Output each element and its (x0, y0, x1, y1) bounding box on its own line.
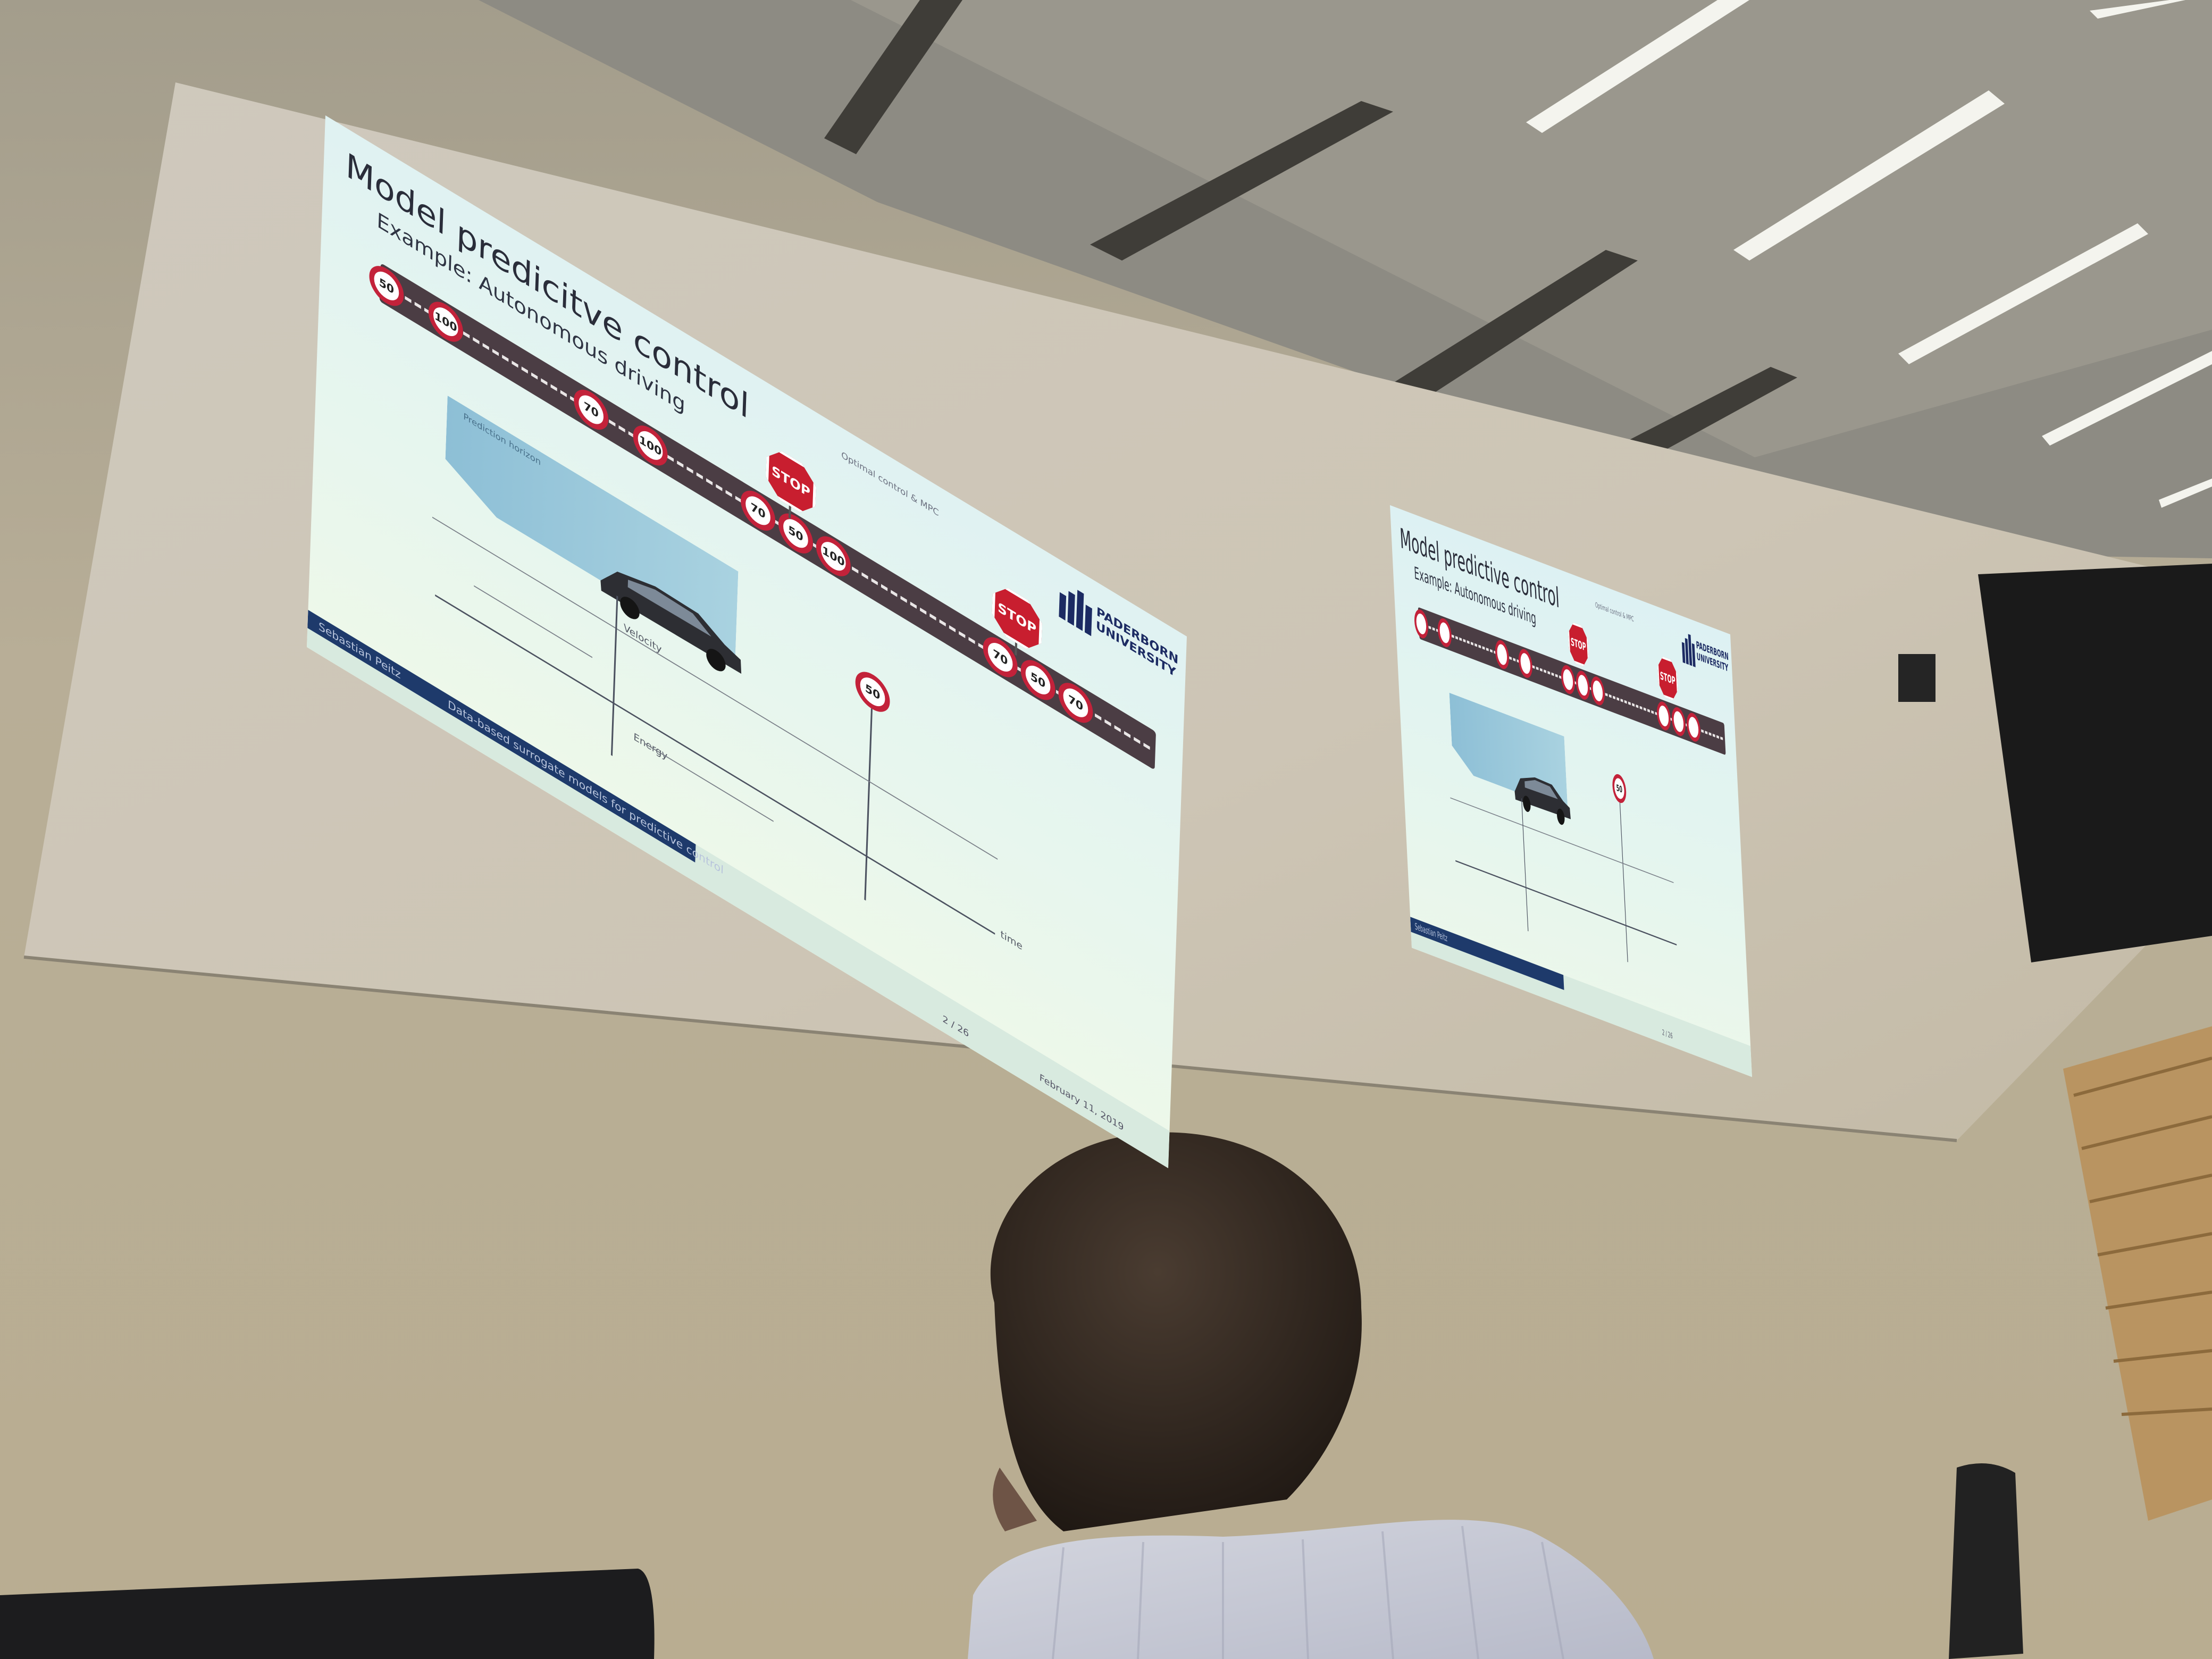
speed-limit-post-sign: 50 (854, 664, 891, 719)
university-logo-icon (1059, 590, 1092, 636)
current-time-marker (610, 596, 618, 756)
projector-mount (1898, 654, 1936, 702)
university-logo: PADERBORN UNIVERSITY (1680, 629, 1729, 681)
time-axis (1455, 860, 1677, 946)
stop-sign: STOP (1568, 621, 1589, 669)
speed-limit-post-sign: 50 (1612, 772, 1627, 806)
forward-arrow-line (644, 742, 774, 822)
speed-limit-post (864, 708, 873, 901)
backward-arrow-line (474, 585, 592, 658)
time-axis-label: time (1000, 928, 1023, 953)
stop-sign: STOP (1657, 655, 1679, 703)
bag (1949, 1463, 2023, 1659)
audience-member-head (990, 1132, 1362, 1531)
university-logo-text: PADERBORN UNIVERSITY (1696, 639, 1729, 674)
university-logo-icon (1681, 634, 1696, 667)
current-time-marker (1521, 798, 1529, 932)
speed-limit-post (1619, 802, 1628, 962)
slide-section-label: Optimal control & MPC (1595, 600, 1634, 624)
